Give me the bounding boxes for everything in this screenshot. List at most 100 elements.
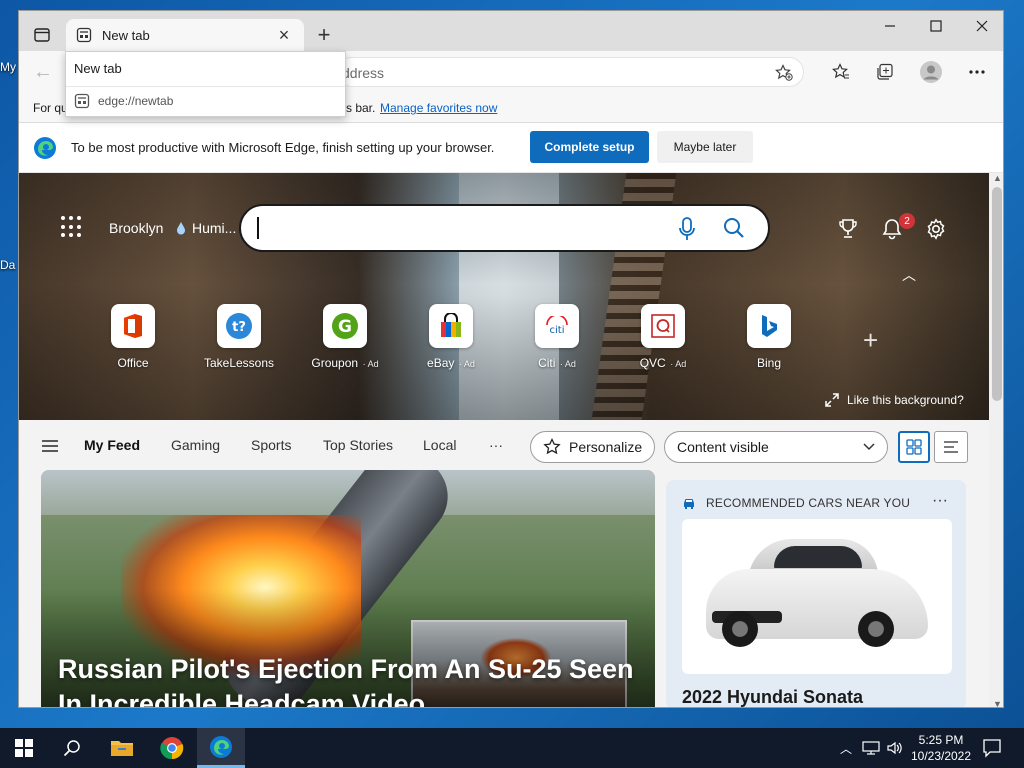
news-headline[interactable]: Russian Pilot's Ejection From An Su-25 S…	[58, 652, 643, 707]
svg-text:citi: citi	[550, 325, 565, 336]
citi-icon: citi	[535, 304, 579, 348]
favorites-button[interactable]	[829, 60, 853, 84]
network-icon[interactable]	[862, 741, 880, 755]
action-center-icon[interactable]	[982, 738, 1002, 758]
complete-setup-button[interactable]: Complete setup	[530, 131, 649, 163]
close-icon	[976, 20, 988, 32]
feed-tab-sports[interactable]: Sports	[251, 437, 291, 453]
search-icon	[63, 740, 80, 757]
feed-tab-top-stories[interactable]: Top Stories	[323, 437, 393, 453]
show-hidden-icons[interactable]: ︿	[840, 740, 852, 757]
quick-link-qvc[interactable]: QVC · Ad	[613, 304, 713, 370]
quick-link-ebay[interactable]: eBay · Ad	[401, 304, 501, 370]
car-wheel	[722, 611, 758, 647]
maybe-later-button[interactable]: Maybe later	[657, 131, 753, 163]
rewards-button[interactable]	[836, 217, 860, 241]
search-input[interactable]	[239, 204, 770, 252]
taskbar: ︿ 5:25 PM 10/23/2022	[0, 728, 1024, 768]
system-clock[interactable]: 5:25 PM 10/23/2022	[906, 732, 976, 764]
car-model-title[interactable]: 2022 Hyundai Sonata	[682, 687, 863, 707]
quick-link-bing[interactable]: Bing	[719, 304, 819, 370]
location-label[interactable]: Brooklyn	[109, 220, 163, 236]
list-icon	[944, 441, 958, 453]
collections-button[interactable]	[873, 60, 897, 84]
qvc-icon	[641, 304, 685, 348]
folder-icon	[111, 741, 133, 756]
close-tab-icon[interactable]: ×	[274, 25, 294, 46]
tab-title: New tab	[102, 27, 150, 43]
feed-tab-local[interactable]: Local	[423, 437, 456, 453]
grid-icon	[906, 439, 922, 455]
taskbar-search-button[interactable]	[48, 728, 96, 768]
edge-logo-icon	[34, 137, 56, 159]
tab-actions-button[interactable]	[29, 23, 55, 47]
page-settings-button[interactable]	[924, 217, 948, 241]
app-launcher-icon[interactable]	[61, 216, 83, 238]
desktop-icon-label[interactable]: Da	[0, 258, 15, 272]
hover-card-url: edge://newtab	[98, 94, 174, 108]
ebay-icon	[429, 304, 473, 348]
hover-card-title: New tab	[74, 61, 122, 76]
close-window-button[interactable]	[959, 11, 1003, 41]
feed-more-button[interactable]: ···	[489, 437, 503, 453]
title-bar: New tab × +	[19, 11, 1003, 51]
quick-link-takelessons[interactable]: t? TakeLessons	[189, 304, 289, 370]
scroll-down-icon[interactable]: ▼	[993, 699, 1002, 707]
card-header-label: RECOMMENDED CARS NEAR YOU	[706, 496, 911, 510]
manage-favorites-link[interactable]: Manage favorites now	[380, 101, 497, 115]
maximize-button[interactable]	[913, 11, 959, 41]
feed-tab-gaming[interactable]: Gaming	[171, 437, 220, 453]
desktop-icon-label[interactable]: My	[0, 60, 16, 74]
menu-icon[interactable]	[41, 439, 59, 453]
taskbar-chrome[interactable]	[148, 728, 196, 768]
scroll-up-icon[interactable]: ▲	[993, 173, 1002, 183]
quick-link-label: Bing	[756, 356, 782, 370]
volume-icon[interactable]	[886, 740, 902, 756]
feed-tab-my-feed[interactable]: My Feed	[84, 437, 140, 453]
quick-link-label: Office	[117, 356, 149, 370]
page-scrollbar[interactable]: ▲ ▼	[989, 173, 1003, 707]
quick-link-office[interactable]: Office	[83, 304, 183, 370]
tab-new-tab[interactable]: New tab ×	[66, 19, 304, 51]
start-button[interactable]	[0, 728, 48, 768]
content-visibility-select[interactable]: Content visible	[664, 431, 888, 463]
divider	[66, 86, 345, 87]
profile-button[interactable]	[919, 60, 943, 84]
address-placeholder: ddress	[342, 65, 385, 81]
like-background-button[interactable]: Like this background?	[825, 393, 964, 407]
settings-more-button[interactable]	[965, 60, 989, 84]
microphone-icon[interactable]	[678, 217, 696, 241]
personalize-button[interactable]: Personalize	[530, 431, 655, 463]
card-more-button[interactable]: ···	[932, 492, 948, 510]
taskbar-file-explorer[interactable]	[98, 728, 146, 768]
new-tab-button[interactable]: +	[311, 23, 337, 49]
search-icon[interactable]	[723, 217, 745, 239]
ad-label: · Ad	[667, 359, 687, 369]
add-quick-link-button[interactable]: +	[863, 325, 878, 356]
quick-link-label: eBay	[427, 356, 455, 370]
add-favorite-icon[interactable]	[775, 64, 793, 82]
list-view-button[interactable]	[934, 431, 968, 463]
grid-view-button[interactable]	[898, 431, 930, 463]
back-arrow-icon[interactable]: ←	[33, 61, 53, 84]
ad-label: · Ad	[456, 359, 475, 369]
quick-link-label: Groupon	[311, 356, 359, 370]
collapse-chevron-icon[interactable]: ︿	[902, 265, 916, 285]
quick-link-groupon[interactable]: G Groupon · Ad	[295, 304, 395, 370]
scrollbar-thumb[interactable]	[992, 187, 1002, 401]
ad-label: · Ad	[557, 359, 576, 369]
setup-message: To be most productive with Microsoft Edg…	[71, 140, 495, 155]
ad-label: · Ad	[360, 359, 379, 369]
news-card-main[interactable]: Russian Pilot's Ejection From An Su-25 S…	[41, 470, 655, 707]
favorites-bar-text-end: s bar.	[346, 101, 376, 115]
car-icon	[684, 499, 694, 509]
recommended-cars-card[interactable]: RECOMMENDED CARS NEAR YOU ··· 2022 Hyund…	[666, 480, 966, 707]
address-bar[interactable]: ddress	[337, 57, 804, 87]
quick-link-citi[interactable]: citi Citi · Ad	[507, 304, 607, 370]
weather-widget[interactable]: Humi...	[176, 220, 236, 236]
quick-link-label: TakeLessons	[203, 356, 275, 370]
tab-hover-card: New tab edge://newtab	[65, 51, 346, 117]
minimize-button[interactable]	[867, 11, 913, 41]
clock-time: 5:25 PM	[918, 733, 964, 747]
taskbar-edge[interactable]	[197, 728, 245, 768]
